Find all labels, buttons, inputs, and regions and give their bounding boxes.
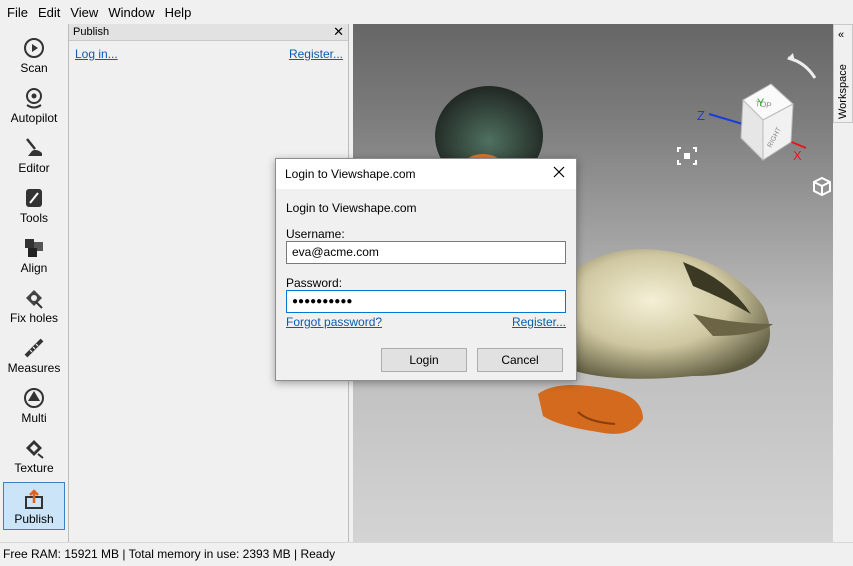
dialog-heading: Login to Viewshape.com — [286, 201, 417, 215]
tool-sidebar: Scan Autopilot Editor Tools Align Fix ho… — [0, 26, 68, 542]
tool-align[interactable]: Align — [3, 232, 65, 280]
tool-measures[interactable]: Measures — [3, 332, 65, 380]
measures-icon — [24, 338, 44, 358]
menu-help-label: Help — [164, 5, 192, 20]
cancel-button[interactable]: Cancel — [477, 348, 563, 372]
right-strip — [833, 123, 853, 542]
password-value: ●●●●●●●●●● — [292, 296, 353, 307]
username-value: eva@acme.com — [292, 245, 379, 259]
panel-close-icon[interactable]: ✕ — [333, 24, 344, 40]
menu-file-label: File — [7, 5, 28, 20]
tool-texture-label: Texture — [14, 461, 54, 475]
publish-panel-title: Publish — [73, 26, 110, 38]
tool-multi[interactable]: Multi — [3, 382, 65, 430]
publish-panel-header: Publish ✕ — [69, 24, 348, 41]
tool-texture[interactable]: Texture — [3, 432, 65, 480]
axis-z-label: Z — [697, 108, 705, 123]
login-dialog: Login to Viewshape.com Login to Viewshap… — [275, 158, 577, 381]
publish-icon — [25, 489, 43, 509]
forgot-password-link[interactable]: Forgot password? — [286, 315, 382, 329]
username-field[interactable]: eva@acme.com — [286, 241, 566, 264]
tool-publish-label: Publish — [14, 512, 54, 526]
password-label: Password: — [286, 276, 343, 290]
tool-autopilot-label: Autopilot — [10, 111, 58, 125]
status-text: Free RAM: 15921 MB | Total memory in use… — [3, 547, 336, 561]
menu-bar: File Edit View Window Help — [0, 0, 853, 26]
dialog-title: Login to Viewshape.com — [285, 167, 416, 181]
tool-tools-label: Tools — [19, 211, 48, 225]
tool-fix-holes-label: Fix holes — [9, 311, 59, 325]
menu-window[interactable]: Window — [103, 0, 159, 26]
view-cube[interactable]: TOP RIGHT X Y Z — [693, 48, 833, 168]
tool-scan-label: Scan — [20, 61, 48, 75]
cube-view-icon[interactable] — [811, 176, 833, 198]
fix-holes-icon — [26, 290, 43, 309]
align-icon — [25, 239, 43, 257]
menu-edit[interactable]: Edit — [33, 0, 65, 26]
login-button[interactable]: Login — [381, 348, 467, 372]
tool-publish[interactable]: Publish — [3, 482, 65, 530]
tool-autopilot[interactable]: Autopilot — [3, 82, 65, 130]
texture-icon — [26, 440, 44, 459]
tool-measures-label: Measures — [7, 361, 61, 375]
password-field[interactable]: ●●●●●●●●●● — [286, 290, 566, 313]
editor-icon — [26, 138, 42, 156]
scan-icon — [24, 38, 44, 58]
workspace-tab[interactable]: « Workspace — [833, 24, 853, 123]
menu-window-label: Window — [108, 5, 155, 20]
tool-fix-holes[interactable]: Fix holes — [3, 282, 65, 330]
close-icon[interactable] — [552, 165, 566, 179]
workspace-label: Workspace — [837, 64, 849, 119]
login-button-label: Login — [409, 353, 439, 367]
menu-edit-label: Edit — [37, 5, 61, 20]
axis-y-label: Y — [757, 97, 765, 109]
tool-tools[interactable]: Tools — [3, 182, 65, 230]
cancel-button-label: Cancel — [501, 353, 539, 367]
tool-scan[interactable]: Scan — [3, 32, 65, 80]
menu-view[interactable]: View — [65, 0, 103, 26]
tool-editor-label: Editor — [18, 161, 50, 175]
dialog-register-link[interactable]: Register... — [512, 315, 566, 329]
chevron-left-icon[interactable]: « — [838, 29, 844, 41]
status-bar: Free RAM: 15921 MB | Total memory in use… — [0, 542, 853, 566]
multi-icon — [24, 388, 44, 408]
tool-align-label: Align — [20, 261, 48, 275]
menu-file[interactable]: File — [2, 0, 33, 26]
log-in-link[interactable]: Log in... — [75, 47, 118, 61]
username-label: Username: — [286, 227, 345, 241]
tool-editor[interactable]: Editor — [3, 132, 65, 180]
axis-x-label: X — [793, 148, 802, 163]
tools-icon — [26, 189, 42, 207]
menu-view-label: View — [70, 5, 99, 20]
menu-help[interactable]: Help — [160, 0, 197, 26]
tool-multi-label: Multi — [21, 411, 47, 425]
autopilot-icon — [26, 88, 42, 109]
panel-register-link[interactable]: Register... — [289, 47, 343, 61]
dialog-titlebar: Login to Viewshape.com — [276, 159, 576, 189]
